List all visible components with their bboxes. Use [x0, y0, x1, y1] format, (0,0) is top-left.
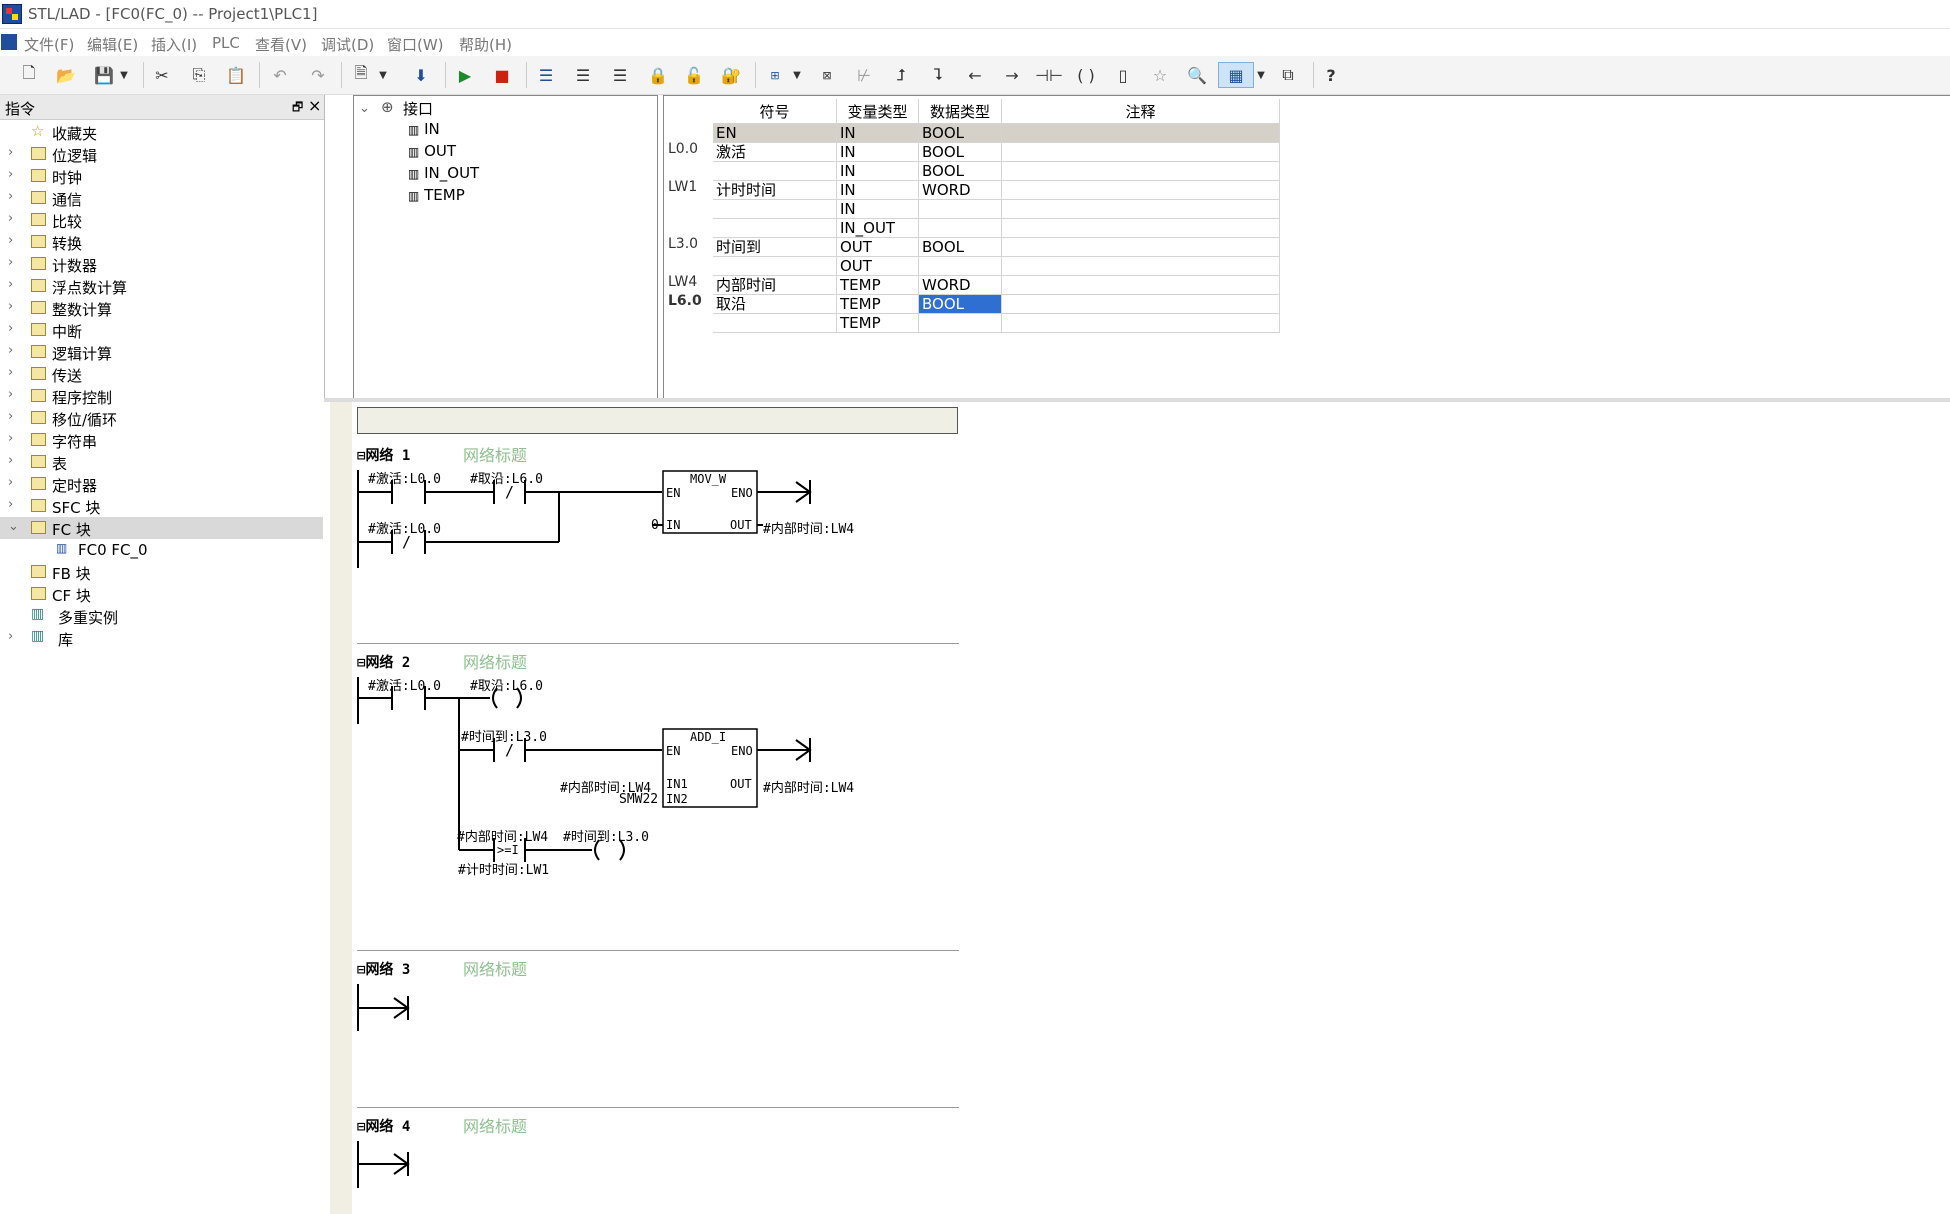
box-pin: IN2: [666, 792, 688, 806]
coil-label: #时间到:L3.0: [563, 830, 649, 845]
contact-label: #激活:L0.0: [368, 679, 441, 694]
negate-slash: /: [505, 741, 515, 759]
negate-slash: /: [402, 533, 412, 551]
box-pin: EN: [666, 486, 681, 500]
operand[interactable]: #内部时间:LW4: [763, 777, 854, 796]
box-pin: IN: [666, 518, 681, 532]
box-pin: ENO: [731, 744, 753, 758]
operand[interactable]: SMW22: [619, 792, 658, 807]
contact-label: #时间到:L3.0: [461, 730, 547, 745]
box-pin: EN: [666, 744, 681, 758]
box-name: MOV_W: [690, 472, 727, 486]
box-name: ADD_I: [690, 730, 727, 744]
operand[interactable]: 0: [651, 518, 659, 533]
compare-op: >=I: [497, 843, 519, 857]
ladder-diagram: [357, 470, 812, 1188]
coil-label: #取沿:L6.0: [470, 679, 543, 694]
box-pin: IN1: [666, 777, 688, 791]
operand[interactable]: #内部时间:LW4: [763, 518, 854, 537]
negate-slash: /: [505, 483, 515, 501]
contact-label: #激活:L0.0: [368, 472, 441, 487]
box-pin: ENO: [731, 486, 753, 500]
compare-operand[interactable]: #计时时间:LW1: [458, 859, 549, 878]
box-pin: OUT: [730, 777, 752, 791]
box-pin: OUT: [730, 518, 752, 532]
